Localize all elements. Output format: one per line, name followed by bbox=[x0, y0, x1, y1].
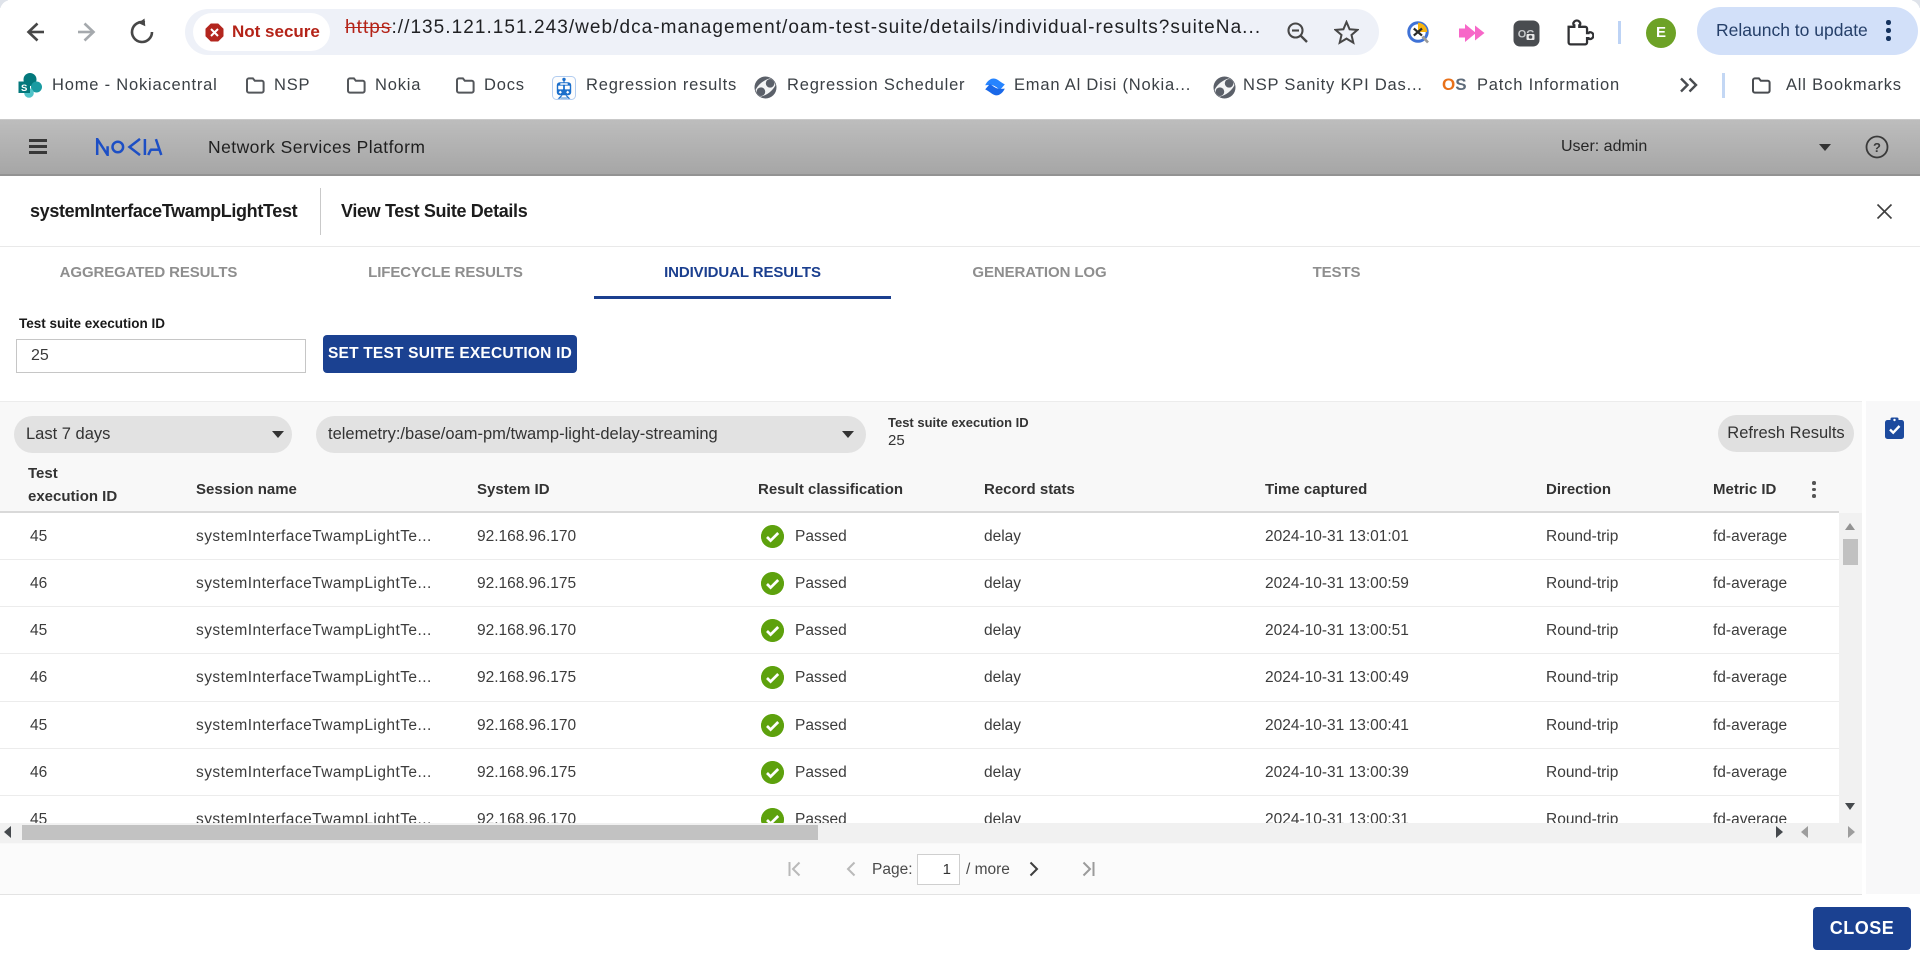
svg-text:?: ? bbox=[1873, 140, 1881, 155]
svg-text:S: S bbox=[21, 83, 27, 94]
